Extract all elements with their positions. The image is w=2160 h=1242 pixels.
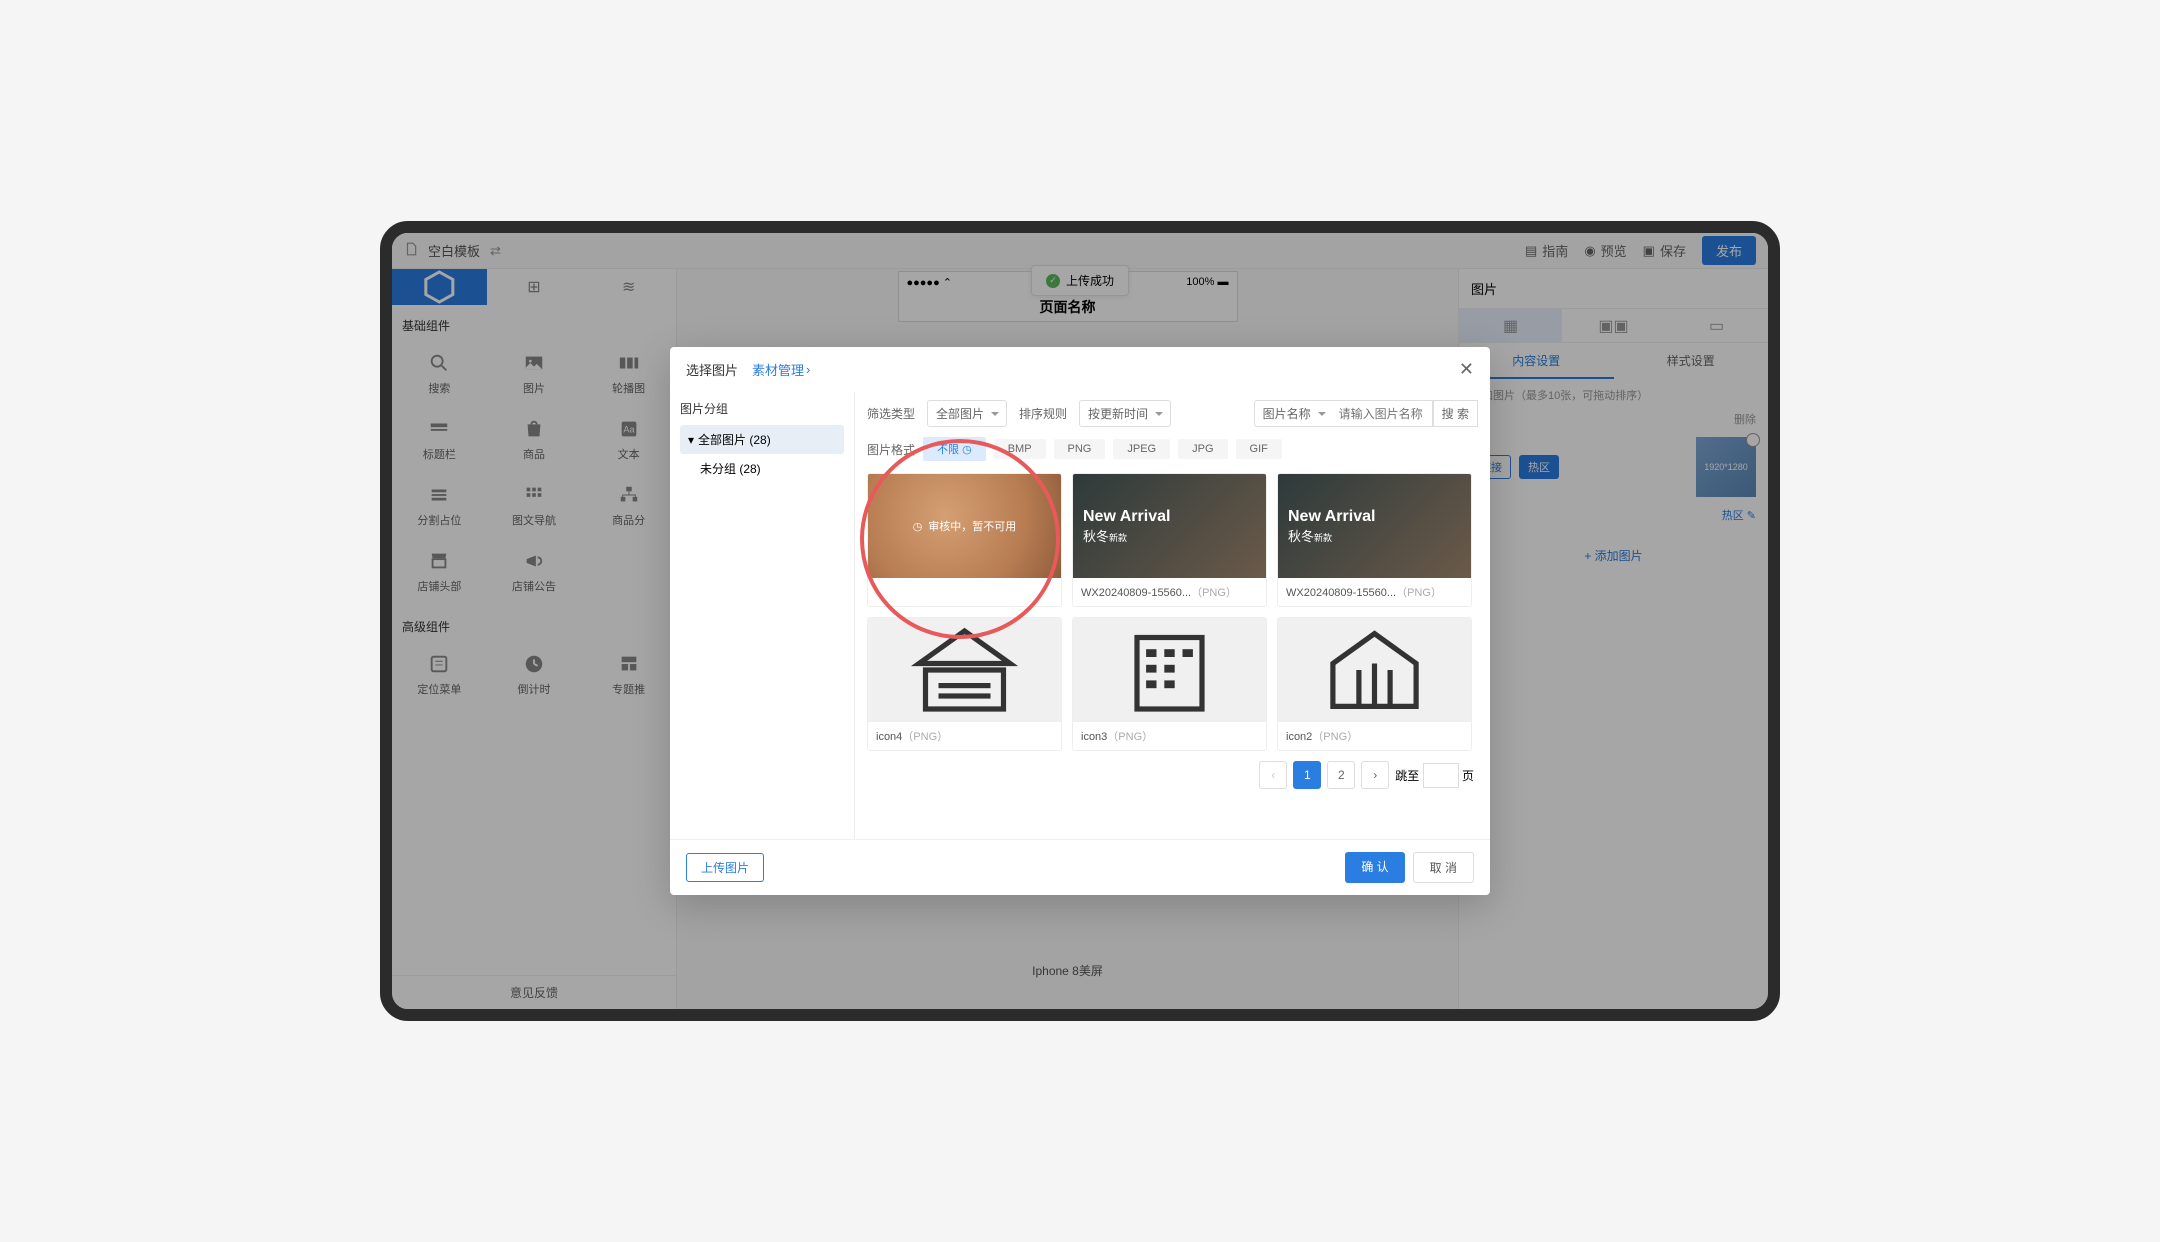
page-1[interactable]: 1	[1293, 761, 1321, 789]
warehouse-icon	[1278, 618, 1471, 722]
format-gif[interactable]: GIF	[1236, 439, 1282, 459]
chevron-right-icon: ›	[806, 362, 810, 377]
pagination: ‹ 1 2 › 跳至 页	[867, 751, 1478, 789]
upload-button[interactable]: 上传图片	[686, 853, 764, 882]
image-card[interactable]: New Arrival秋冬新款 WX20240809-15560...（PNG）	[1277, 473, 1472, 607]
sort-select[interactable]: 按更新时间	[1079, 400, 1171, 427]
group-title: 图片分组	[680, 400, 844, 417]
modal-close-button[interactable]: ✕	[1459, 359, 1474, 380]
image-card[interactable]: icon2（PNG）	[1277, 617, 1472, 751]
house-icon	[868, 618, 1061, 722]
name-field-select[interactable]: 图片名称	[1254, 400, 1333, 427]
page-suffix: 页	[1462, 769, 1474, 783]
building-icon	[1073, 618, 1266, 722]
image-card-reviewing[interactable]: ◷ 审核中，暂不可用	[867, 473, 1062, 607]
image-card[interactable]: icon4（PNG）	[867, 617, 1062, 751]
material-manage-link[interactable]: 素材管理›	[752, 360, 810, 379]
caret-down-icon: ▾	[688, 433, 694, 447]
jump-input[interactable]	[1423, 763, 1459, 788]
image-card[interactable]: New Arrival秋冬新款 WX20240809-15560...（PNG）	[1072, 473, 1267, 607]
modal-sidebar: 图片分组 ▾全部图片 (28) 未分组 (28)	[670, 392, 855, 839]
format-bmp[interactable]: BMP	[994, 439, 1046, 459]
image-picker-modal: 选择图片 素材管理› ✕ 图片分组 ▾全部图片 (28) 未分组 (28) 筛选…	[670, 347, 1490, 895]
search-button[interactable]: 搜 索	[1433, 400, 1478, 427]
modal-overlay[interactable]: 选择图片 素材管理› ✕ 图片分组 ▾全部图片 (28) 未分组 (28) 筛选…	[392, 233, 1768, 1009]
page-2[interactable]: 2	[1327, 761, 1355, 789]
reviewing-text: 审核中，暂不可用	[928, 518, 1016, 534]
filter-type-label: 筛选类型	[867, 405, 915, 422]
clock-outline-icon: ◷	[913, 520, 923, 533]
filter-type-select[interactable]: 全部图片	[927, 400, 1007, 427]
sort-label: 排序规则	[1019, 405, 1067, 422]
format-unlimited[interactable]: 不限 ◷	[923, 437, 986, 461]
format-label: 图片格式	[867, 441, 915, 458]
modal-title: 选择图片	[686, 360, 738, 379]
group-ungrouped[interactable]: 未分组 (28)	[680, 454, 844, 483]
cancel-button[interactable]: 取 消	[1413, 852, 1474, 883]
format-jpg[interactable]: JPG	[1178, 439, 1227, 459]
group-all[interactable]: ▾全部图片 (28)	[680, 425, 844, 454]
image-card[interactable]: icon3（PNG）	[1072, 617, 1267, 751]
jump-label: 跳至	[1395, 769, 1419, 783]
confirm-button[interactable]: 确 认	[1345, 852, 1404, 883]
page-next[interactable]: ›	[1361, 761, 1389, 789]
name-search-input[interactable]	[1333, 400, 1433, 427]
page-prev[interactable]: ‹	[1259, 761, 1287, 789]
format-jpeg[interactable]: JPEG	[1113, 439, 1170, 459]
clock-small-icon: ◷	[962, 444, 972, 456]
format-png[interactable]: PNG	[1054, 439, 1106, 459]
